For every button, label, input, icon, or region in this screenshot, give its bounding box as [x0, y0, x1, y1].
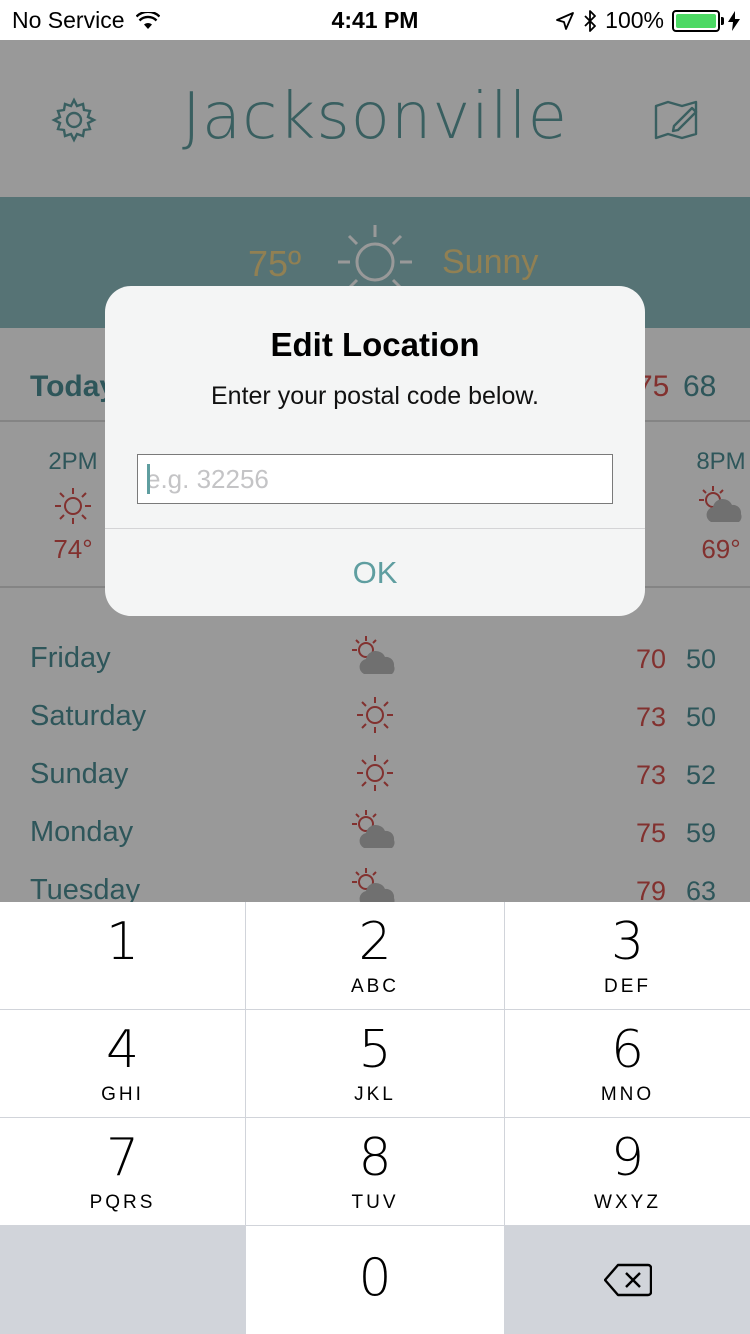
- charging-bolt-icon: [728, 10, 740, 31]
- key-5[interactable]: 5 JKL: [246, 1010, 504, 1117]
- key-letters: GHI: [101, 1084, 144, 1105]
- key-letters: ABC: [350, 976, 400, 997]
- key-7[interactable]: 7 PQRS: [0, 1118, 245, 1225]
- key-9[interactable]: 9 WXYZ: [505, 1118, 750, 1225]
- key-number: 9: [610, 1128, 645, 1188]
- key-number: 6: [610, 1020, 645, 1080]
- key-blank: [0, 1226, 245, 1334]
- key-6[interactable]: 6 MNO: [505, 1010, 750, 1117]
- battery-icon: [672, 9, 724, 32]
- key-number: 3: [610, 912, 645, 972]
- key-letters: WXYZ: [594, 1192, 661, 1213]
- postal-code-field[interactable]: [137, 454, 613, 504]
- key-letters: MNO: [600, 1084, 655, 1105]
- key-number: 8: [358, 1128, 392, 1188]
- key-4[interactable]: 4 GHI: [0, 1010, 245, 1117]
- battery-percent: 100%: [605, 7, 664, 33]
- backspace-icon: [603, 1263, 652, 1297]
- key-1[interactable]: 1: [0, 902, 245, 1009]
- key-number: 2: [358, 912, 392, 972]
- key-8[interactable]: 8 TUV: [246, 1118, 504, 1225]
- status-bar: No Service 4:41 PM 100%: [0, 0, 750, 40]
- key-letters: PQRS: [89, 1192, 156, 1213]
- key-number: 0: [358, 1248, 392, 1308]
- delete-key[interactable]: [505, 1226, 750, 1334]
- bluetooth-icon: [584, 9, 597, 32]
- location-arrow-icon: [556, 11, 575, 30]
- key-0[interactable]: 0: [246, 1226, 504, 1334]
- key-letters: JKL: [354, 1084, 396, 1105]
- text-cursor: [147, 464, 150, 494]
- key-number: 1: [105, 912, 140, 972]
- key-number: 7: [105, 1128, 140, 1188]
- dialog-title: Edit Location: [270, 326, 480, 363]
- edit-location-dialog: Edit Location Enter your postal code bel…: [105, 286, 645, 616]
- numeric-keypad: 1 2 ABC 3 DEF 4 GHI 5 JKL 6 MNO 7 PQRS 8…: [0, 902, 750, 1334]
- key-letters: DEF: [604, 976, 651, 997]
- key-3[interactable]: 3 DEF: [505, 902, 750, 1009]
- ok-button[interactable]: OK: [105, 529, 645, 616]
- key-letters: TUV: [351, 1192, 399, 1213]
- key-2[interactable]: 2 ABC: [246, 902, 504, 1009]
- key-number: 5: [358, 1020, 392, 1080]
- key-number: 4: [105, 1020, 140, 1080]
- dialog-message: Enter your postal code below.: [211, 382, 539, 410]
- postal-code-input[interactable]: [138, 455, 612, 503]
